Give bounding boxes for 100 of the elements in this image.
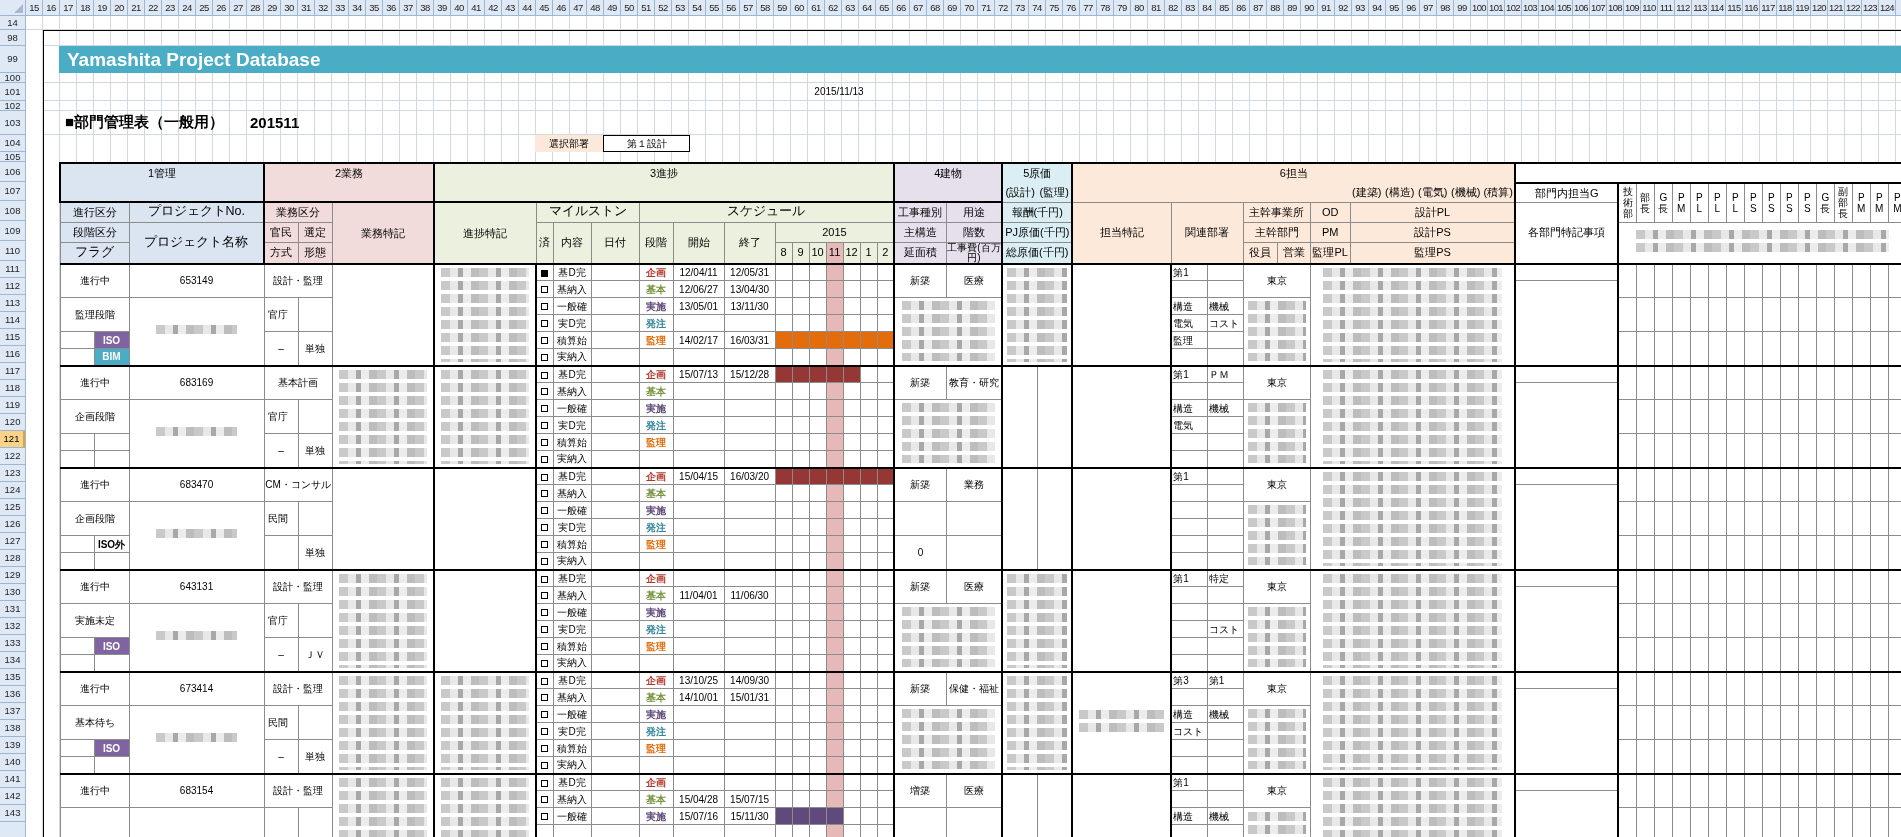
row-number[interactable]: 124 [0, 482, 25, 499]
column-number[interactable]: 91 [1318, 0, 1335, 15]
row-number[interactable]: 117 [0, 363, 25, 380]
column-number[interactable]: 22 [145, 0, 162, 15]
column-number[interactable]: 87 [1250, 0, 1267, 15]
column-number[interactable]: 59 [774, 0, 791, 15]
column-number[interactable]: 93 [1352, 0, 1369, 15]
column-number[interactable]: 26 [213, 0, 230, 15]
column-number[interactable]: 108 [1607, 0, 1624, 15]
column-number[interactable]: 80 [1131, 0, 1148, 15]
column-number[interactable]: 42 [485, 0, 502, 15]
row-number[interactable]: 140 [0, 754, 25, 771]
column-number[interactable]: 57 [740, 0, 757, 15]
column-number[interactable]: 78 [1097, 0, 1114, 15]
row-number[interactable]: 126 [0, 516, 25, 533]
column-number[interactable]: 44 [519, 0, 536, 15]
checkbox[interactable] [541, 694, 549, 702]
column-number[interactable]: 69 [944, 0, 961, 15]
column-number[interactable]: 70 [961, 0, 978, 15]
column-number[interactable]: 71 [978, 0, 995, 15]
column-number[interactable]: 36 [383, 0, 400, 15]
column-number[interactable]: 112 [1675, 0, 1692, 15]
column-number[interactable]: 16 [43, 0, 60, 15]
column-number[interactable]: 72 [995, 0, 1012, 15]
column-number[interactable]: 28 [247, 0, 264, 15]
row-number[interactable]: 122 [0, 448, 25, 465]
row-number[interactable]: 134 [0, 652, 25, 669]
column-number[interactable]: 19 [94, 0, 111, 15]
column-number[interactable]: 105 [1556, 0, 1573, 15]
row-number[interactable]: 135 [0, 669, 25, 686]
column-number[interactable]: 68 [927, 0, 944, 15]
row-number[interactable]: 141 [0, 771, 25, 788]
checkbox[interactable] [541, 490, 549, 498]
checkbox[interactable] [541, 711, 549, 719]
row-number[interactable]: 113 [0, 295, 25, 312]
column-number[interactable]: 48 [587, 0, 604, 15]
column-number[interactable]: 106 [1573, 0, 1590, 15]
column-number[interactable]: 81 [1148, 0, 1165, 15]
checkbox[interactable] [541, 643, 549, 651]
checkbox[interactable] [541, 422, 549, 430]
column-number[interactable]: 86 [1233, 0, 1250, 15]
row-number[interactable]: 111 [0, 261, 25, 278]
column-number[interactable]: 27 [230, 0, 247, 15]
column-number[interactable]: 85 [1216, 0, 1233, 15]
column-number[interactable]: 24 [179, 0, 196, 15]
column-number[interactable]: 97 [1420, 0, 1437, 15]
column-number[interactable]: 54 [689, 0, 706, 15]
column-number[interactable]: 117 [1760, 0, 1777, 15]
column-number[interactable]: 84 [1199, 0, 1216, 15]
checkbox[interactable] [541, 558, 549, 566]
column-number[interactable]: 121 [1828, 0, 1845, 15]
column-number[interactable]: 55 [706, 0, 723, 15]
checkbox[interactable] [541, 626, 549, 634]
column-number[interactable]: 90 [1301, 0, 1318, 15]
column-number[interactable]: 49 [604, 0, 621, 15]
column-number[interactable]: 15 [26, 0, 43, 15]
column-number[interactable]: 120 [1811, 0, 1828, 15]
column-number[interactable]: 75 [1046, 0, 1063, 15]
column-number[interactable]: 52 [655, 0, 672, 15]
row-number[interactable]: 142 [0, 788, 25, 805]
column-number[interactable]: 21 [128, 0, 145, 15]
column-number[interactable]: 77 [1080, 0, 1097, 15]
column-number[interactable]: 58 [757, 0, 774, 15]
checkbox[interactable] [541, 677, 549, 685]
column-number[interactable]: 20 [111, 0, 128, 15]
column-number[interactable]: 50 [621, 0, 638, 15]
column-number[interactable]: 94 [1369, 0, 1386, 15]
column-number[interactable]: 79 [1114, 0, 1131, 15]
column-number[interactable]: 109 [1624, 0, 1641, 15]
checkbox[interactable] [541, 575, 549, 583]
checkbox[interactable] [541, 507, 549, 515]
column-number[interactable]: 96 [1403, 0, 1420, 15]
checkbox[interactable] [541, 337, 549, 345]
row-number[interactable]: 110 [0, 241, 25, 261]
checkbox[interactable] [541, 371, 549, 379]
column-number[interactable]: 29 [264, 0, 281, 15]
checkbox[interactable] [541, 592, 549, 600]
column-number[interactable]: 32 [315, 0, 332, 15]
column-number[interactable]: 95 [1386, 0, 1403, 15]
checkbox[interactable] [541, 405, 549, 413]
column-number[interactable]: 101 [1488, 0, 1505, 15]
checkbox[interactable] [541, 779, 549, 787]
row-number[interactable]: 136 [0, 686, 25, 703]
row-number[interactable]: 138 [0, 720, 25, 737]
row-number[interactable]: 114 [0, 312, 25, 329]
column-number[interactable]: 88 [1267, 0, 1284, 15]
row-number[interactable]: 107 [0, 182, 25, 201]
row-number[interactable]: 131 [0, 601, 25, 618]
row-number[interactable]: 100 [0, 73, 25, 83]
column-number[interactable]: 102 [1505, 0, 1522, 15]
column-number[interactable]: 111 [1658, 0, 1675, 15]
column-number[interactable]: 67 [910, 0, 927, 15]
column-number[interactable]: 76 [1063, 0, 1080, 15]
checkbox[interactable] [541, 320, 549, 328]
column-number[interactable]: 43 [502, 0, 519, 15]
row-number[interactable]: 123 [0, 465, 25, 482]
checkbox[interactable] [541, 728, 549, 736]
row-number[interactable]: 129 [0, 567, 25, 584]
column-number[interactable]: 114 [1709, 0, 1726, 15]
row-number[interactable]: 143 [0, 805, 25, 822]
